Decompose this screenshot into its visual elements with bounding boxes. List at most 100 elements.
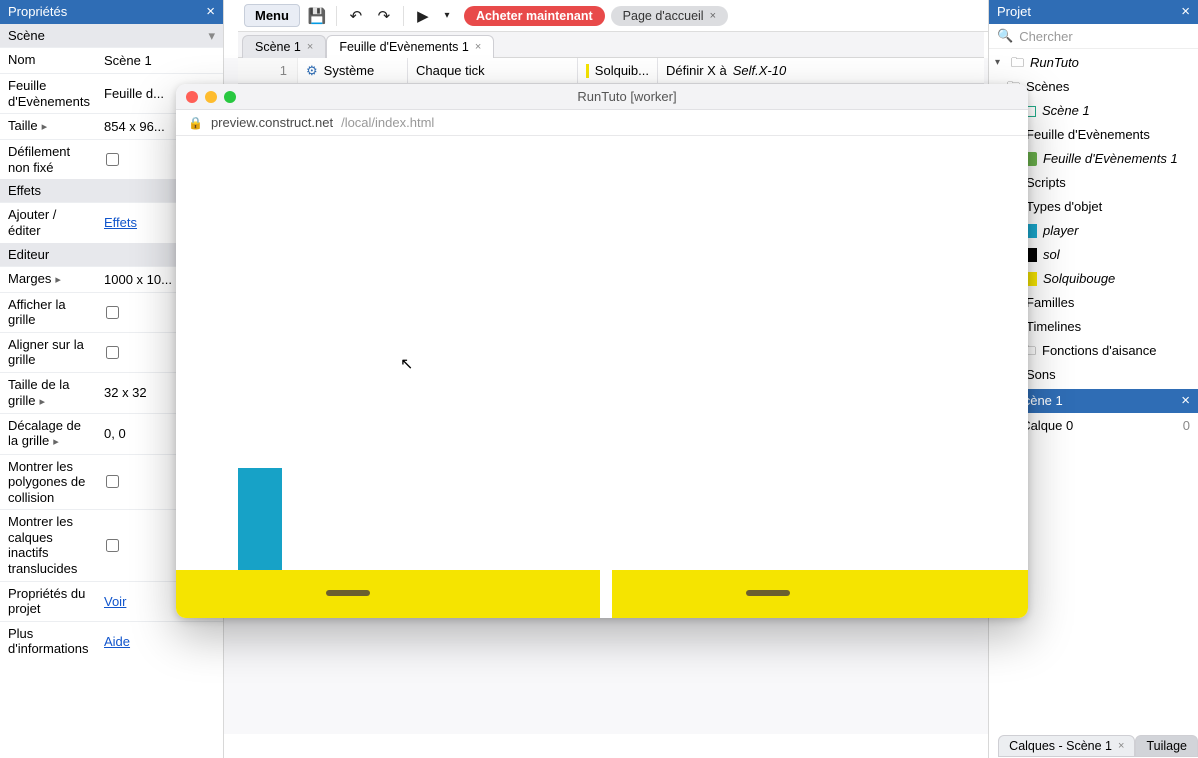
lock-icon: 🔒 <box>188 116 203 130</box>
redo-icon[interactable]: ↷ <box>373 5 395 27</box>
tree-timelines-label: Timelines <box>1026 317 1081 337</box>
menu-button[interactable]: Menu <box>244 4 300 27</box>
tree-scripts-label: Scripts <box>1026 173 1066 193</box>
event-action-cell[interactable]: Définir X à Self.X-10 <box>658 58 984 83</box>
properties-panel-header: Propriétés × <box>0 0 223 24</box>
prop-key: Taille de la grille <box>0 373 96 413</box>
event-system-cell[interactable]: ⚙ Système <box>298 58 408 83</box>
prop-key: Aligner sur la grille <box>0 333 96 372</box>
home-page-chip[interactable]: Page d'accueil × <box>611 6 728 26</box>
layer-count: 0 <box>1183 418 1190 433</box>
prop-key: Montrer les polygones de collision <box>0 455 96 510</box>
prop-key: Défilement non fixé <box>0 140 96 179</box>
prop-key: Propriétés du projet <box>0 582 96 621</box>
prop-key: Afficher la grille <box>0 293 96 332</box>
bottom-tab-tilemap[interactable]: Tuilage <box>1135 735 1198 757</box>
section-editor-label: Editeur <box>8 247 49 262</box>
buy-now-label: Acheter maintenant <box>476 9 593 23</box>
gear-icon: ⚙ <box>306 63 318 79</box>
close-icon[interactable]: × <box>475 41 481 53</box>
close-icon[interactable]: × <box>1181 0 1190 24</box>
event-row[interactable]: 1 ⚙ Système Chaque tick Solquib... Défin… <box>238 58 984 84</box>
play-dropdown-icon[interactable]: ▾ <box>436 5 458 27</box>
separator <box>403 6 404 26</box>
folder-icon: 🗀 <box>1011 53 1024 73</box>
undo-icon[interactable]: ↶ <box>345 5 367 27</box>
cursor-icon: ↖ <box>400 354 413 374</box>
project-panel-header: Projet × <box>989 0 1198 24</box>
event-object-cell[interactable]: Solquib... <box>578 58 658 83</box>
prop-key: Plus d'informations <box>0 622 96 661</box>
tree-scenes-label: Scènes <box>1026 77 1069 97</box>
tree-families-label: Familles <box>1026 293 1074 313</box>
section-scene-label: Scène <box>8 28 45 43</box>
preview-canvas[interactable]: ↖ <box>176 136 1028 618</box>
prop-key: Marges <box>0 267 96 292</box>
chevron-down-icon[interactable]: ▾ <box>995 53 1005 73</box>
prop-row-name[interactable]: Nom Scène 1 <box>0 47 223 73</box>
bottom-tab-layers-label: Calques - Scène 1 <box>1009 739 1112 753</box>
checkbox-scroll[interactable] <box>106 153 119 166</box>
game-ground-left <box>176 570 600 618</box>
tab-scene[interactable]: Scène 1 × <box>242 35 326 58</box>
bottom-tabstrip: Calques - Scène 1 × Tuilage <box>998 734 1198 758</box>
prop-key: Montrer les calques inactifs translucide… <box>0 510 96 580</box>
chevron-down-icon: ▾ <box>208 28 215 44</box>
preview-url-host: preview.construct.net <box>211 115 333 130</box>
ground-mark <box>746 590 790 596</box>
properties-panel-title: Propriétés <box>8 0 67 24</box>
tab-eventsheet[interactable]: Feuille d'Evènements 1 × <box>326 35 494 58</box>
tree-objtypes-label: Types d'objet <box>1026 197 1102 217</box>
event-condition-cell[interactable]: Chaque tick <box>408 58 578 83</box>
window-close-icon[interactable] <box>186 91 198 103</box>
game-player <box>238 468 282 572</box>
buy-now-chip[interactable]: Acheter maintenant <box>464 6 605 26</box>
tab-scene-label: Scène 1 <box>255 40 301 54</box>
checkbox-showlayers[interactable] <box>106 539 119 552</box>
close-icon[interactable]: × <box>710 10 716 22</box>
section-scene[interactable]: Scène ▾ <box>0 24 223 47</box>
link-view-project[interactable]: Voir <box>104 594 126 609</box>
project-panel-title: Projet <box>997 0 1031 24</box>
link-effects[interactable]: Effets <box>104 215 137 230</box>
project-search[interactable]: 🔍 Chercher <box>989 24 1198 49</box>
window-minimize-icon[interactable] <box>205 91 217 103</box>
bottom-tab-tilemap-label: Tuilage <box>1146 739 1187 753</box>
separator <box>336 6 337 26</box>
prop-key: Nom <box>0 48 96 73</box>
checkbox-showpoly[interactable] <box>106 475 119 488</box>
prop-key: Taille <box>0 114 96 139</box>
prop-key: Décalage de la grille <box>0 414 96 454</box>
preview-window-title: RunTuto [worker] <box>577 89 676 104</box>
home-page-label: Page d'accueil <box>623 9 704 23</box>
tree-obj-sol-label: sol <box>1043 245 1060 265</box>
checkbox-showgrid[interactable] <box>106 306 119 319</box>
bottom-tab-layers[interactable]: Calques - Scène 1 × <box>998 735 1135 757</box>
prop-key: Ajouter / éditer <box>0 203 96 242</box>
window-maximize-icon[interactable] <box>224 91 236 103</box>
event-system-label: Système <box>324 63 375 78</box>
prop-row-moreinfo[interactable]: Plus d'informations Aide <box>0 621 223 661</box>
ground-mark <box>326 590 370 596</box>
close-icon[interactable]: × <box>206 0 215 24</box>
tree-project[interactable]: ▾ 🗀 RunTuto <box>989 51 1198 75</box>
tree-scene1-label: Scène 1 <box>1042 101 1090 121</box>
save-icon[interactable]: 💾 <box>306 5 328 27</box>
search-placeholder: Chercher <box>1019 29 1072 44</box>
close-icon[interactable]: × <box>1181 389 1190 413</box>
tree-sounds-label: Sons <box>1026 365 1056 385</box>
prop-value[interactable]: Scène 1 <box>96 48 223 73</box>
play-icon[interactable]: ▶ <box>412 5 434 27</box>
close-icon[interactable]: × <box>1118 740 1124 752</box>
checkbox-snapgrid[interactable] <box>106 346 119 359</box>
link-help[interactable]: Aide <box>104 634 130 649</box>
close-icon[interactable]: × <box>307 41 313 53</box>
section-effects-label: Effets <box>8 183 41 198</box>
object-swatch-icon <box>586 64 589 78</box>
tree-eventsheets-label: Feuille d'Evènements <box>1026 125 1150 145</box>
preview-titlebar[interactable]: RunTuto [worker] <box>176 84 1028 110</box>
prop-value[interactable]: Aide <box>96 622 223 661</box>
window-controls <box>186 91 236 103</box>
tree-obj-solqui-label: Solquibouge <box>1043 269 1115 289</box>
event-condition-label: Chaque tick <box>416 63 485 78</box>
